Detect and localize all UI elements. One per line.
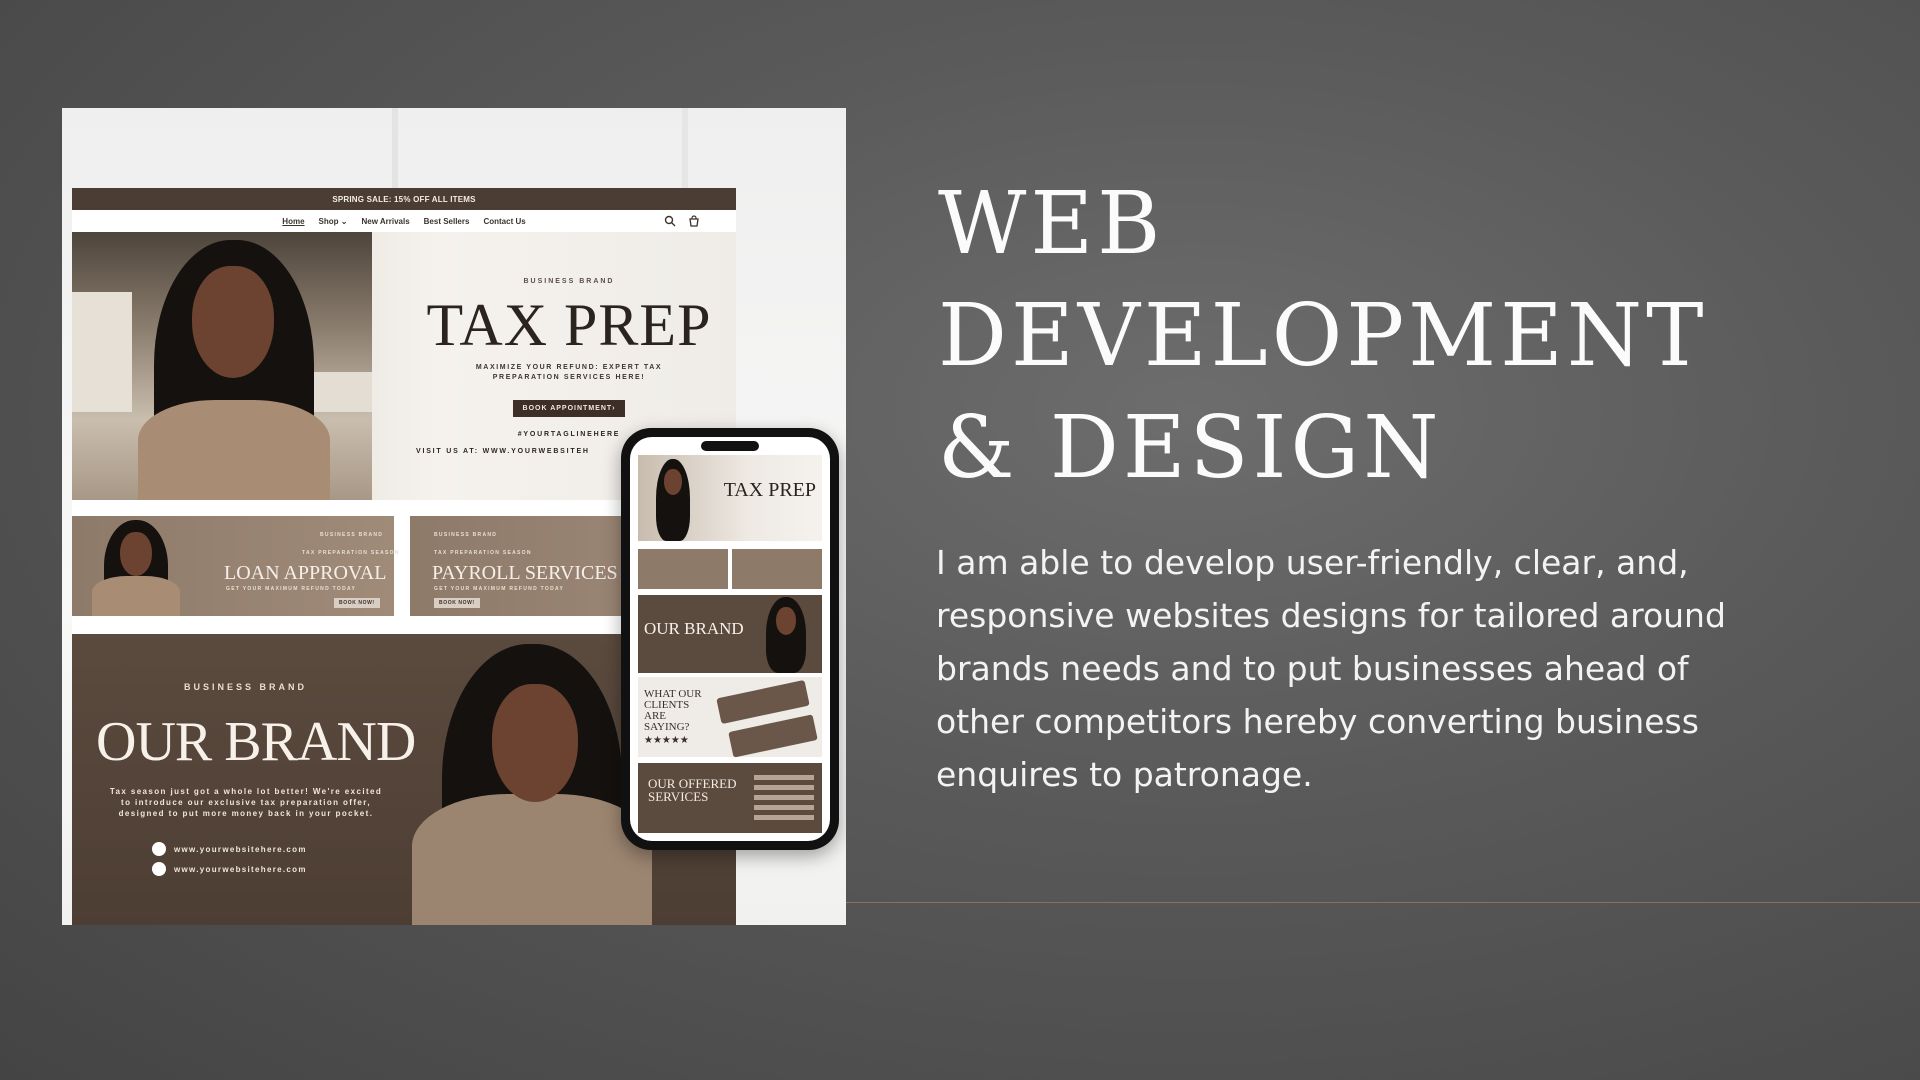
brand-title: OUR BRAND [96, 711, 416, 773]
phone-mockup: TAX PREP OUR BRAND WHAT OUR CLIENTS ARE … [621, 428, 839, 850]
card-sub: GET YOUR MAXIMUM REFUND TODAY [434, 586, 565, 592]
card-book-button: BOOK NOW! [334, 598, 380, 608]
card-eyebrow: BUSINESS BRAND [320, 532, 384, 538]
headline-line-2: DEVELOPMENT [938, 286, 1708, 386]
nav-home: Home [282, 216, 305, 226]
hero-title: TAX PREP [426, 292, 712, 358]
accent-divider [846, 902, 1920, 903]
card-book-button: BOOK NOW! [434, 598, 480, 608]
phone-services-title: OUR OFFERED SERVICES [648, 776, 737, 804]
brand-eyebrow: BUSINESS BRAND [184, 682, 308, 692]
hero-subtitle-2: PREPARATION SERVICES HERE! [492, 374, 646, 381]
search-icon [664, 215, 676, 227]
book-appointment-button: BOOK APPOINTMENT› [512, 400, 626, 417]
page-headline: WEB DEVELOPMENT & DESIGN [938, 168, 1898, 504]
hero-eyebrow: BUSINESS BRAND [523, 278, 615, 285]
brand-website-link-2: www.yourwebsitehere.com [152, 862, 307, 876]
phone-hero: TAX PREP [638, 455, 822, 541]
nav-best-sellers: Best Sellers [423, 216, 470, 226]
circle-icon [152, 842, 166, 856]
website-mockup-image: SPRING SALE: 15% OFF ALL ITEMS Home Shop… [62, 108, 846, 925]
phone-notch [701, 441, 759, 451]
site-nav: Home Shop ⌄ New Arrivals Best Sellers Co… [72, 210, 736, 232]
circle-icon [152, 862, 166, 876]
nav-new-arrivals: New Arrivals [361, 216, 410, 226]
phone-stars: ★★★★★ [644, 735, 689, 746]
announcement-bar: SPRING SALE: 15% OFF ALL ITEMS [72, 188, 736, 210]
card-small: TAX PREPARATION SEASON [302, 550, 400, 556]
phone-brand: OUR BRAND [638, 595, 822, 673]
description-text: I am able to develop user-friendly, clea… [936, 543, 1726, 794]
headline-line-3: & DESIGN [938, 398, 1443, 498]
card-title: PAYROLL SERVICES [432, 562, 618, 584]
phone-services: OUR OFFERED SERVICES [638, 763, 822, 833]
phone-testimonials-title: WHAT OUR CLIENTS ARE SAYING? [644, 688, 702, 733]
phone-testimonials: WHAT OUR CLIENTS ARE SAYING? ★★★★★ [638, 677, 822, 758]
phone-hero-title: TAX PREP [723, 479, 816, 501]
hero-subtitle-1: MAXIMIZE YOUR REFUND: EXPERT TAX [475, 364, 663, 371]
card-sub: GET YOUR MAXIMUM REFUND TODAY [226, 586, 357, 592]
card-eyebrow: BUSINESS BRAND [434, 532, 498, 538]
card-small: TAX PREPARATION SEASON [434, 550, 532, 556]
card-model-photo [86, 520, 186, 616]
cart-icon [689, 215, 699, 227]
nav-contact: Contact Us [483, 216, 526, 226]
hero-model-photo [124, 240, 344, 500]
nav-shop: Shop ⌄ [318, 216, 348, 226]
headline-line-1: WEB [938, 174, 1165, 274]
phone-screen: TAX PREP OUR BRAND WHAT OUR CLIENTS ARE … [630, 437, 830, 841]
brand-website-link-1: www.yourwebsitehere.com [152, 842, 307, 856]
phone-cards [638, 549, 822, 589]
loan-approval-card: BUSINESS BRAND TAX PREPARATION SEASON LO… [72, 516, 398, 616]
card-title: LOAN APPROVAL [224, 562, 387, 584]
phone-brand-title: OUR BRAND [644, 619, 744, 638]
brand-paragraph: Tax season just got a whole lot better! … [109, 787, 383, 818]
